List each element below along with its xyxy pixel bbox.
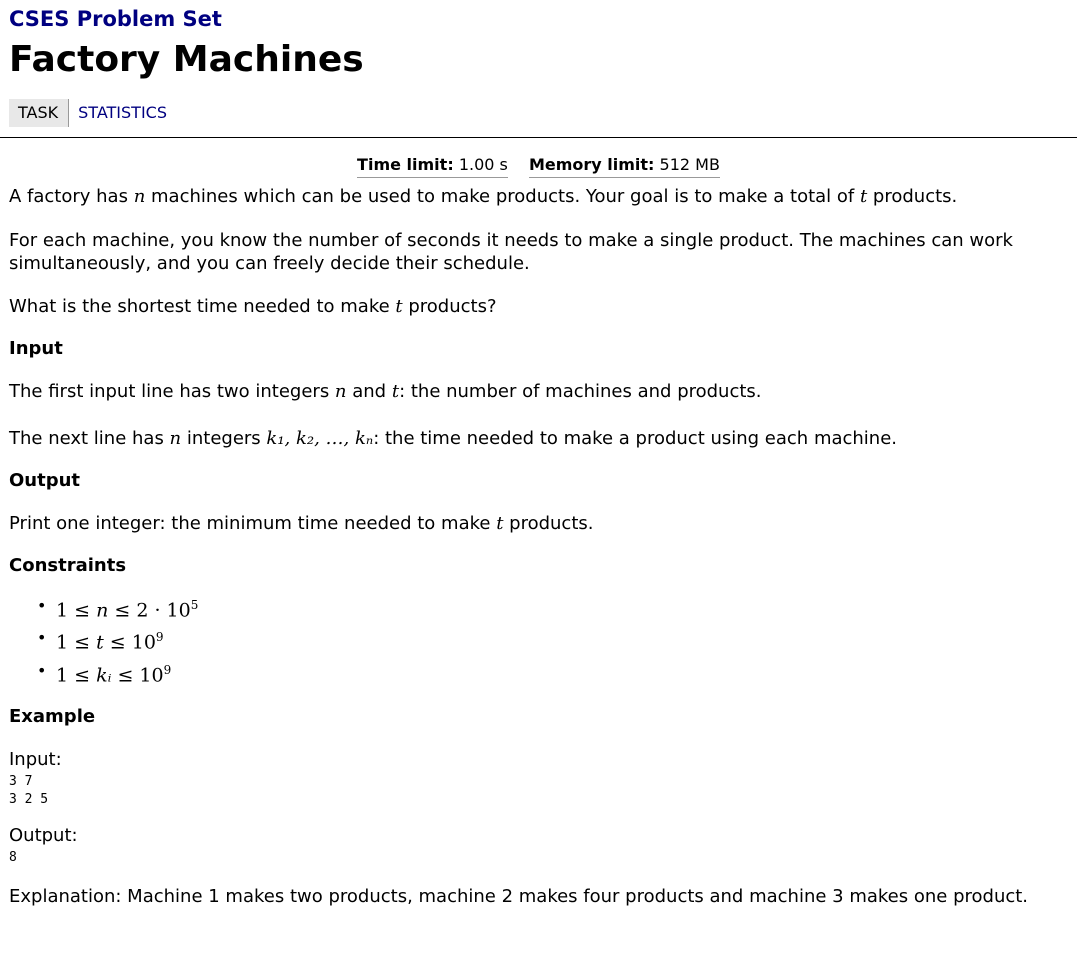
page-content: CSES Problem Set Factory Machines TASK S… xyxy=(0,5,1077,127)
constraint-item: 1 ≤ n ≤ 2 · 105 xyxy=(33,592,1068,624)
time-limit-value: 1.00 s xyxy=(458,155,508,174)
limits-bar: Time limit: 1.00 s Memory limit: 512 MB xyxy=(9,154,1068,178)
constraint-item: 1 ≤ kᵢ ≤ 109 xyxy=(33,657,1068,689)
statement-paragraph-1: A factory has n machines which can be us… xyxy=(9,186,958,207)
tab-statistics[interactable]: STATISTICS xyxy=(68,99,177,127)
output-heading: Output xyxy=(9,470,81,491)
time-limit-label: Time limit: xyxy=(357,155,454,174)
input-heading: Input xyxy=(9,338,63,359)
page-title: Factory Machines xyxy=(9,39,364,80)
tabs-divider xyxy=(0,137,1077,138)
example-input-label: Input: xyxy=(9,748,62,770)
site-title[interactable]: CSES Problem Set xyxy=(9,5,1068,33)
tab-task[interactable]: TASK xyxy=(9,99,69,127)
tab-bar: TASK STATISTICS xyxy=(9,99,1068,127)
input-paragraph-2: The next line has n integers k₁, k₂, …, … xyxy=(9,428,898,449)
memory-limit-label: Memory limit: xyxy=(528,155,655,174)
memory-limit-value: 512 MB xyxy=(659,155,720,174)
example-input-code: 3 7 3 2 5 xyxy=(9,773,49,807)
constraints-heading: Constraints xyxy=(9,555,127,576)
constraint-item: 1 ≤ t ≤ 109 xyxy=(33,624,1068,656)
example-output-label: Output: xyxy=(9,824,78,846)
example-explanation: Explanation: Machine 1 makes two product… xyxy=(9,885,1029,907)
input-paragraph-1: The first input line has two integers n … xyxy=(9,381,762,402)
constraints-list: 1 ≤ n ≤ 2 · 105 1 ≤ t ≤ 109 1 ≤ kᵢ ≤ 109 xyxy=(9,592,1068,689)
time-limit: Time limit: 1.00 s xyxy=(357,154,508,178)
memory-limit: Memory limit: 512 MB xyxy=(528,154,720,178)
output-paragraph: Print one integer: the minimum time need… xyxy=(9,513,594,534)
example-output-code: 8 xyxy=(9,849,17,865)
example-heading: Example xyxy=(9,705,96,727)
statement-paragraph-3: What is the shortest time needed to make… xyxy=(9,296,497,317)
statement-paragraph-2: For each machine, you know the number of… xyxy=(9,230,1013,274)
